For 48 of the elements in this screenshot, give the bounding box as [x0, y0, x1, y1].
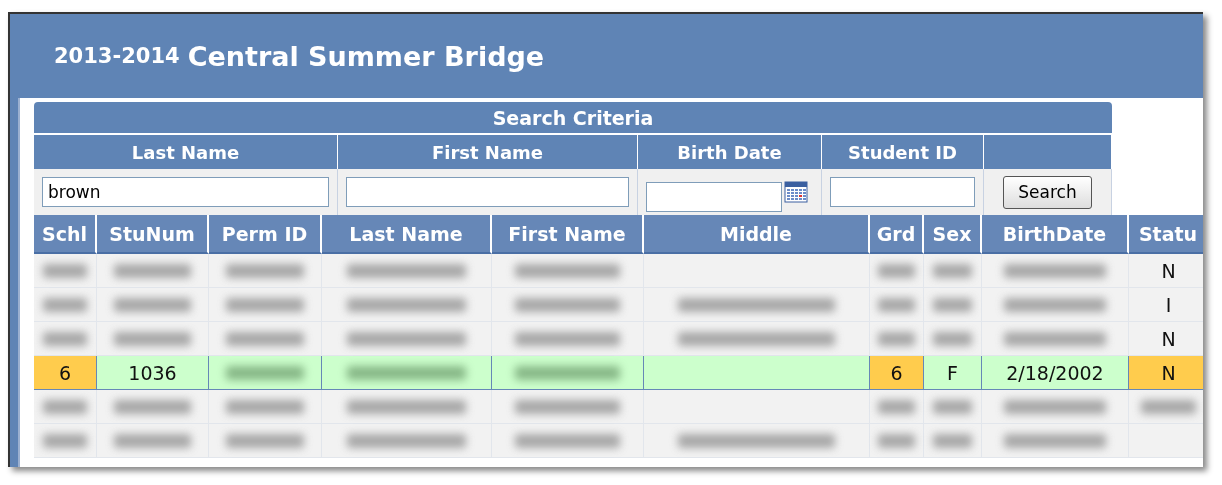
- year-label: 2013-2014: [54, 44, 180, 68]
- blurred-text: [877, 399, 916, 414]
- table-cell: 2/18/2002: [982, 356, 1129, 390]
- blurred-text: [932, 263, 973, 278]
- table-cell: I: [1129, 288, 1203, 322]
- search-heading: Search Criteria: [492, 106, 654, 129]
- blurred-text: [43, 297, 87, 312]
- page-title: Central Summer Bridge: [187, 40, 545, 72]
- column-header[interactable]: First Name: [492, 215, 644, 254]
- table-cell: N: [1129, 356, 1203, 390]
- input-field[interactable]: [346, 177, 629, 207]
- table-cell: N: [1129, 254, 1203, 288]
- column-header[interactable]: BirthDate: [982, 215, 1129, 254]
- table-cell: F: [924, 356, 982, 390]
- blurred-text: [932, 399, 973, 414]
- blurred-text: [932, 297, 973, 312]
- blurred-text: [43, 433, 87, 448]
- blurred-text: [932, 433, 973, 448]
- blurred-text: [877, 263, 916, 278]
- column-header[interactable]: Schl: [34, 215, 97, 254]
- blurred-text: [1140, 399, 1197, 414]
- column-header[interactable]: StuNum: [97, 215, 209, 254]
- column-header[interactable]: Sex: [924, 215, 982, 254]
- blurred-text: [877, 433, 916, 448]
- blurred-text: [43, 331, 87, 346]
- column-header[interactable]: Statu: [1129, 215, 1203, 254]
- column-header[interactable]: Middle: [644, 215, 870, 254]
- blurred-text: [932, 331, 973, 346]
- field-label: First Name: [431, 141, 544, 163]
- field-label: Last Name: [131, 141, 240, 163]
- calendar-icon[interactable]: [784, 181, 808, 203]
- column-header[interactable]: Last Name: [322, 215, 492, 254]
- table-cell: 1036: [97, 356, 209, 390]
- input-field[interactable]: [646, 182, 782, 212]
- table-cell: 6: [870, 356, 924, 390]
- blurred-text: [43, 399, 87, 414]
- field-label: Student ID: [848, 141, 957, 163]
- column-header[interactable]: Perm ID: [209, 215, 322, 254]
- input-field[interactable]: [830, 177, 975, 207]
- table-cell: N: [1129, 322, 1203, 356]
- field-label: Birth Date: [677, 141, 782, 163]
- column-header[interactable]: Grd: [870, 215, 924, 254]
- input-field[interactable]: brown: [42, 177, 329, 207]
- blurred-text: [877, 331, 916, 346]
- table-cell: 6: [34, 356, 97, 390]
- search-button[interactable]: Search: [1003, 175, 1092, 209]
- blurred-text: [877, 297, 916, 312]
- blurred-text: [43, 263, 87, 278]
